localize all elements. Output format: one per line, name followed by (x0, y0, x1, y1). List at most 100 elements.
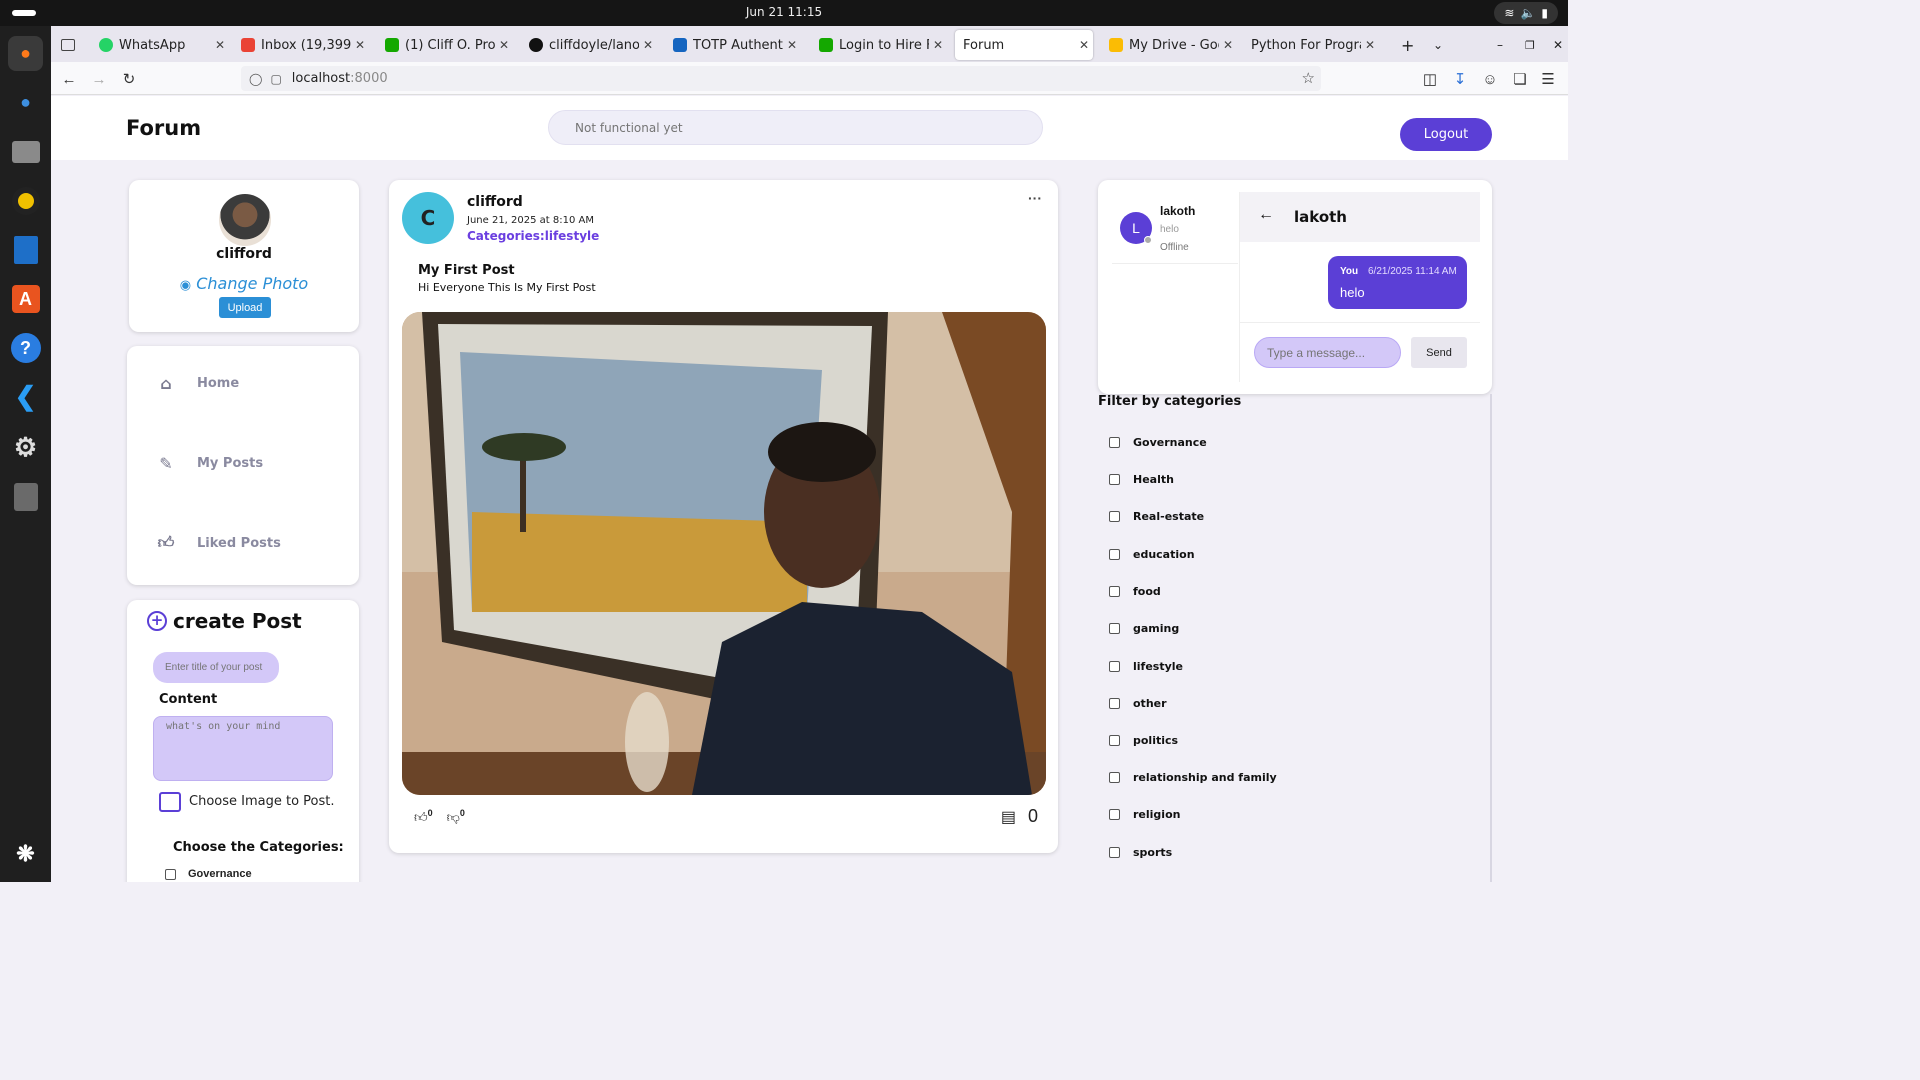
back-arrow-icon[interactable]: ← (1258, 206, 1274, 224)
checkbox[interactable] (1109, 772, 1120, 783)
downloads-icon[interactable]: ↧ (1448, 67, 1472, 91)
filter-option[interactable]: gaming (1109, 622, 1179, 635)
filter-option[interactable]: Health (1109, 473, 1174, 486)
tab-forum[interactable]: Forum ✕ (955, 30, 1093, 60)
post-date: June 21, 2025 at 8:10 AM (467, 215, 594, 226)
upload-button[interactable]: Upload (219, 297, 271, 318)
trash-icon[interactable] (8, 479, 43, 514)
menu-item-my-posts[interactable]: ✎ My Posts (155, 452, 263, 474)
url-bar[interactable]: ◯ ▢ localhost:8000 ☆ (241, 66, 1321, 91)
filter-option[interactable]: politics (1109, 734, 1178, 747)
filter-option[interactable]: other (1109, 697, 1167, 710)
checkbox[interactable] (1109, 511, 1120, 522)
google-drive-icon (1109, 38, 1123, 52)
tab-gmail[interactable]: Inbox (19,399) - oy✕ (233, 30, 369, 60)
reload-icon[interactable]: ↻ (117, 67, 141, 91)
checkbox[interactable] (1109, 549, 1120, 560)
comments-button[interactable]: ▤ 0 (1001, 806, 1038, 827)
site-brand[interactable]: Forum (126, 116, 201, 140)
checkbox[interactable] (1109, 586, 1120, 597)
close-icon[interactable]: ✕ (211, 38, 229, 52)
change-photo-link[interactable]: ◉ Change Photo (129, 274, 359, 293)
extensions-icon[interactable]: ❏ (1508, 67, 1532, 91)
post-categories[interactable]: Categories:lifestyle (467, 229, 599, 243)
back-icon[interactable]: ← (57, 67, 81, 91)
files-icon[interactable] (8, 134, 43, 169)
close-icon[interactable]: ✕ (351, 38, 369, 52)
checkbox[interactable] (1109, 474, 1120, 485)
checkbox[interactable] (1109, 661, 1120, 672)
tab-google-drive[interactable]: My Drive - Google✕ (1101, 30, 1237, 60)
filter-option[interactable]: Governance (1109, 436, 1207, 449)
tab-upwork-profile[interactable]: (1) Cliff O. Profile✕ (377, 30, 513, 60)
checkbox[interactable] (1109, 698, 1120, 709)
close-icon[interactable]: ✕ (495, 38, 513, 52)
post-content-textarea[interactable] (153, 716, 333, 781)
app-center-icon[interactable]: A (8, 281, 43, 316)
filter-option[interactable]: sports (1109, 846, 1172, 859)
filter-option[interactable]: education (1109, 548, 1195, 561)
chat-contact[interactable]: L lakoth helo Offline (1112, 192, 1238, 264)
filter-option[interactable]: lifestyle (1109, 660, 1183, 673)
filter-option[interactable]: food (1109, 585, 1161, 598)
menu-icon[interactable]: ☰ (1536, 67, 1560, 91)
choose-image-button[interactable]: Choose Image to Post. (153, 790, 343, 814)
account-icon[interactable]: ☺ (1478, 67, 1502, 91)
tab-upwork-login[interactable]: Login to Hire Freel✕ (811, 30, 947, 60)
window-close-icon[interactable]: ✕ (1545, 30, 1565, 60)
system-clock[interactable]: Jun 21 11:15 (0, 5, 1568, 19)
send-button[interactable]: Send (1411, 337, 1467, 368)
close-icon[interactable]: ✕ (639, 38, 657, 52)
bookmark-star-icon[interactable]: ☆ (1302, 69, 1315, 87)
like-button[interactable]: 👍︎0 (414, 808, 433, 825)
more-options-icon[interactable]: ··· (1028, 190, 1042, 206)
show-apps-icon[interactable]: ❋ (8, 836, 43, 871)
message-input[interactable] (1254, 337, 1401, 368)
tab-github[interactable]: cliffdoyle/lanogwa✕ (521, 30, 657, 60)
tab-python[interactable]: Python For Programm✕ (1243, 30, 1379, 60)
create-category-option[interactable]: Governance (165, 868, 252, 880)
post-reactions: 👍︎0 👎︎0 (414, 808, 465, 825)
close-icon[interactable]: ✕ (1219, 38, 1237, 52)
menu-item-home[interactable]: ⌂ Home (155, 372, 239, 394)
filter-option[interactable]: Real-estate (1109, 510, 1204, 523)
tab-overview-icon[interactable] (53, 30, 83, 60)
writer-icon[interactable] (8, 232, 43, 267)
post-title-input[interactable] (153, 652, 279, 683)
filter-label: relationship and family (1133, 771, 1277, 784)
new-tab-icon[interactable]: + (1393, 30, 1417, 60)
checkbox[interactable] (1109, 623, 1120, 634)
filter-option[interactable]: religion (1109, 808, 1180, 821)
filter-option[interactable]: relationship and family (1109, 771, 1277, 784)
close-icon[interactable]: ✕ (929, 38, 947, 52)
thunderbird-icon[interactable]: ● (8, 85, 43, 120)
firefox-icon[interactable]: ● (8, 36, 43, 71)
rhythmbox-icon[interactable] (8, 183, 43, 218)
settings-icon[interactable]: ⚙ (8, 430, 43, 465)
logout-button[interactable]: Logout (1400, 118, 1492, 151)
minimize-icon[interactable]: – (1489, 30, 1509, 60)
search-input[interactable] (548, 110, 1043, 145)
system-tray[interactable]: ≋ 🔈 ▮ (1494, 2, 1558, 24)
checkbox[interactable] (1109, 809, 1120, 820)
tab-totp[interactable]: TOTP Authenticati✕ (665, 30, 801, 60)
restore-icon[interactable]: ❐ (1517, 30, 1537, 60)
checkbox[interactable] (1109, 847, 1120, 858)
close-icon[interactable]: ✕ (1361, 38, 1379, 52)
tab-list-icon[interactable]: ⌄ (1425, 30, 1449, 60)
pocket-icon[interactable]: ◫ (1418, 67, 1442, 91)
menu-item-liked-posts[interactable]: 👍︎ Liked Posts (155, 532, 281, 554)
close-icon[interactable]: ✕ (783, 38, 801, 52)
menu-item-label: My Posts (197, 455, 264, 471)
forward-icon[interactable]: → (87, 67, 111, 91)
dock: ● ● A ? ❮ ⚙ ❋ (0, 26, 51, 882)
checkbox[interactable] (165, 868, 176, 880)
help-icon[interactable]: ? (8, 330, 43, 365)
dislike-button[interactable]: 👎︎0 (447, 808, 465, 825)
tab-whatsapp[interactable]: WhatsApp ✕ (91, 30, 229, 60)
close-icon[interactable]: ✕ (1075, 38, 1093, 52)
post-author[interactable]: clifford (467, 194, 523, 210)
checkbox[interactable] (1109, 437, 1120, 448)
vscode-icon[interactable]: ❮ (8, 379, 43, 414)
checkbox[interactable] (1109, 735, 1120, 746)
